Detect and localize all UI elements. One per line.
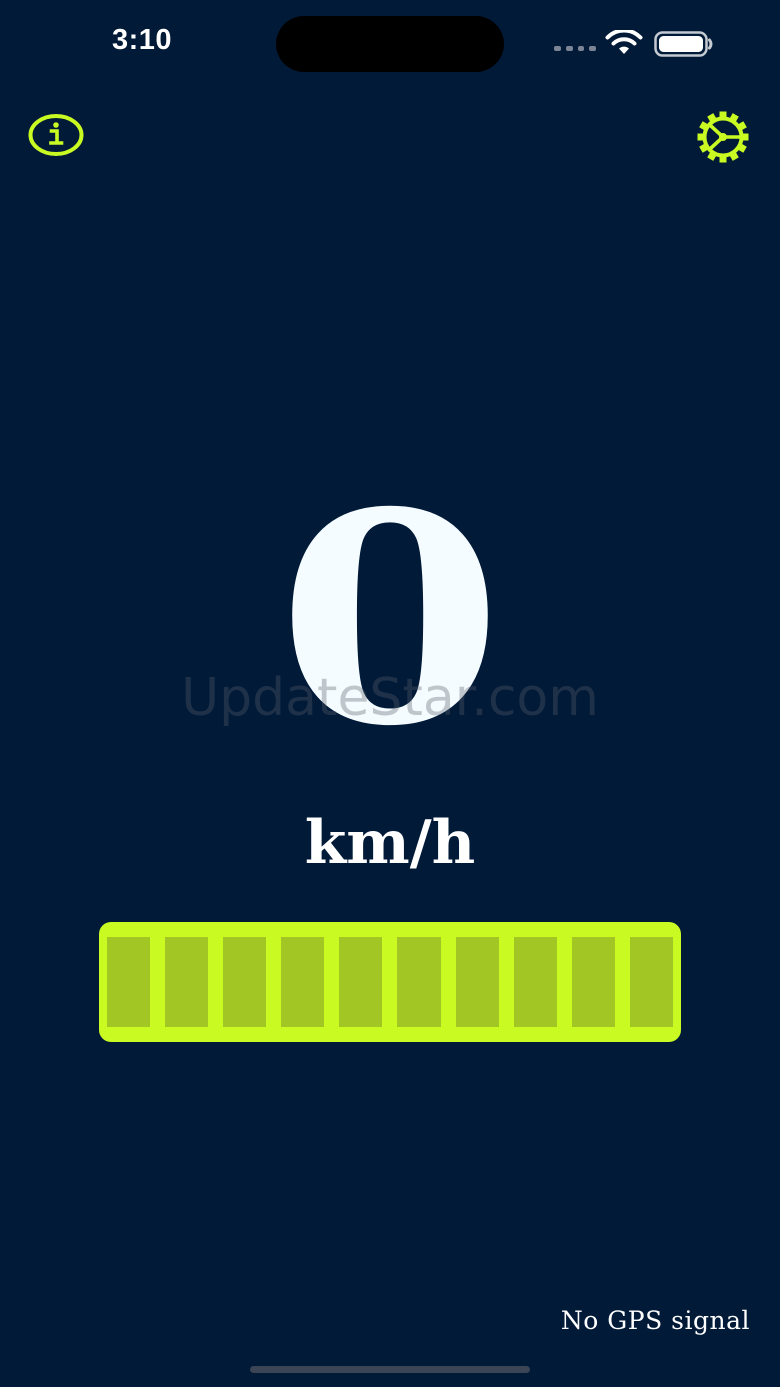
- gear-icon: [697, 111, 749, 163]
- info-icon: [28, 114, 84, 156]
- level-segment: [397, 937, 441, 1027]
- dynamic-island: [276, 16, 504, 72]
- level-segment: [571, 937, 615, 1027]
- level-segment: [629, 937, 673, 1027]
- level-segment: [339, 937, 383, 1027]
- level-segment: [165, 937, 209, 1027]
- level-segment: [513, 937, 557, 1027]
- settings-button[interactable]: [692, 108, 754, 166]
- info-button[interactable]: [26, 110, 86, 160]
- level-segment: [455, 937, 499, 1027]
- app-screen: 3:10 0 UpdateStar.com km/h No GPS signal: [0, 0, 780, 1387]
- cellular-signal-icon: [554, 46, 596, 52]
- level-segment: [223, 937, 267, 1027]
- speed-unit: km/h: [304, 808, 476, 878]
- gps-status: No GPS signal: [560, 1306, 750, 1335]
- speed-value: 0: [276, 450, 503, 790]
- status-time: 3:10: [112, 24, 173, 56]
- speed-level-bar: [99, 922, 681, 1042]
- home-indicator[interactable]: [250, 1366, 530, 1373]
- battery-icon: [654, 31, 713, 57]
- level-segment: [281, 937, 325, 1027]
- wifi-icon: [605, 30, 643, 54]
- level-segment: [107, 937, 151, 1027]
